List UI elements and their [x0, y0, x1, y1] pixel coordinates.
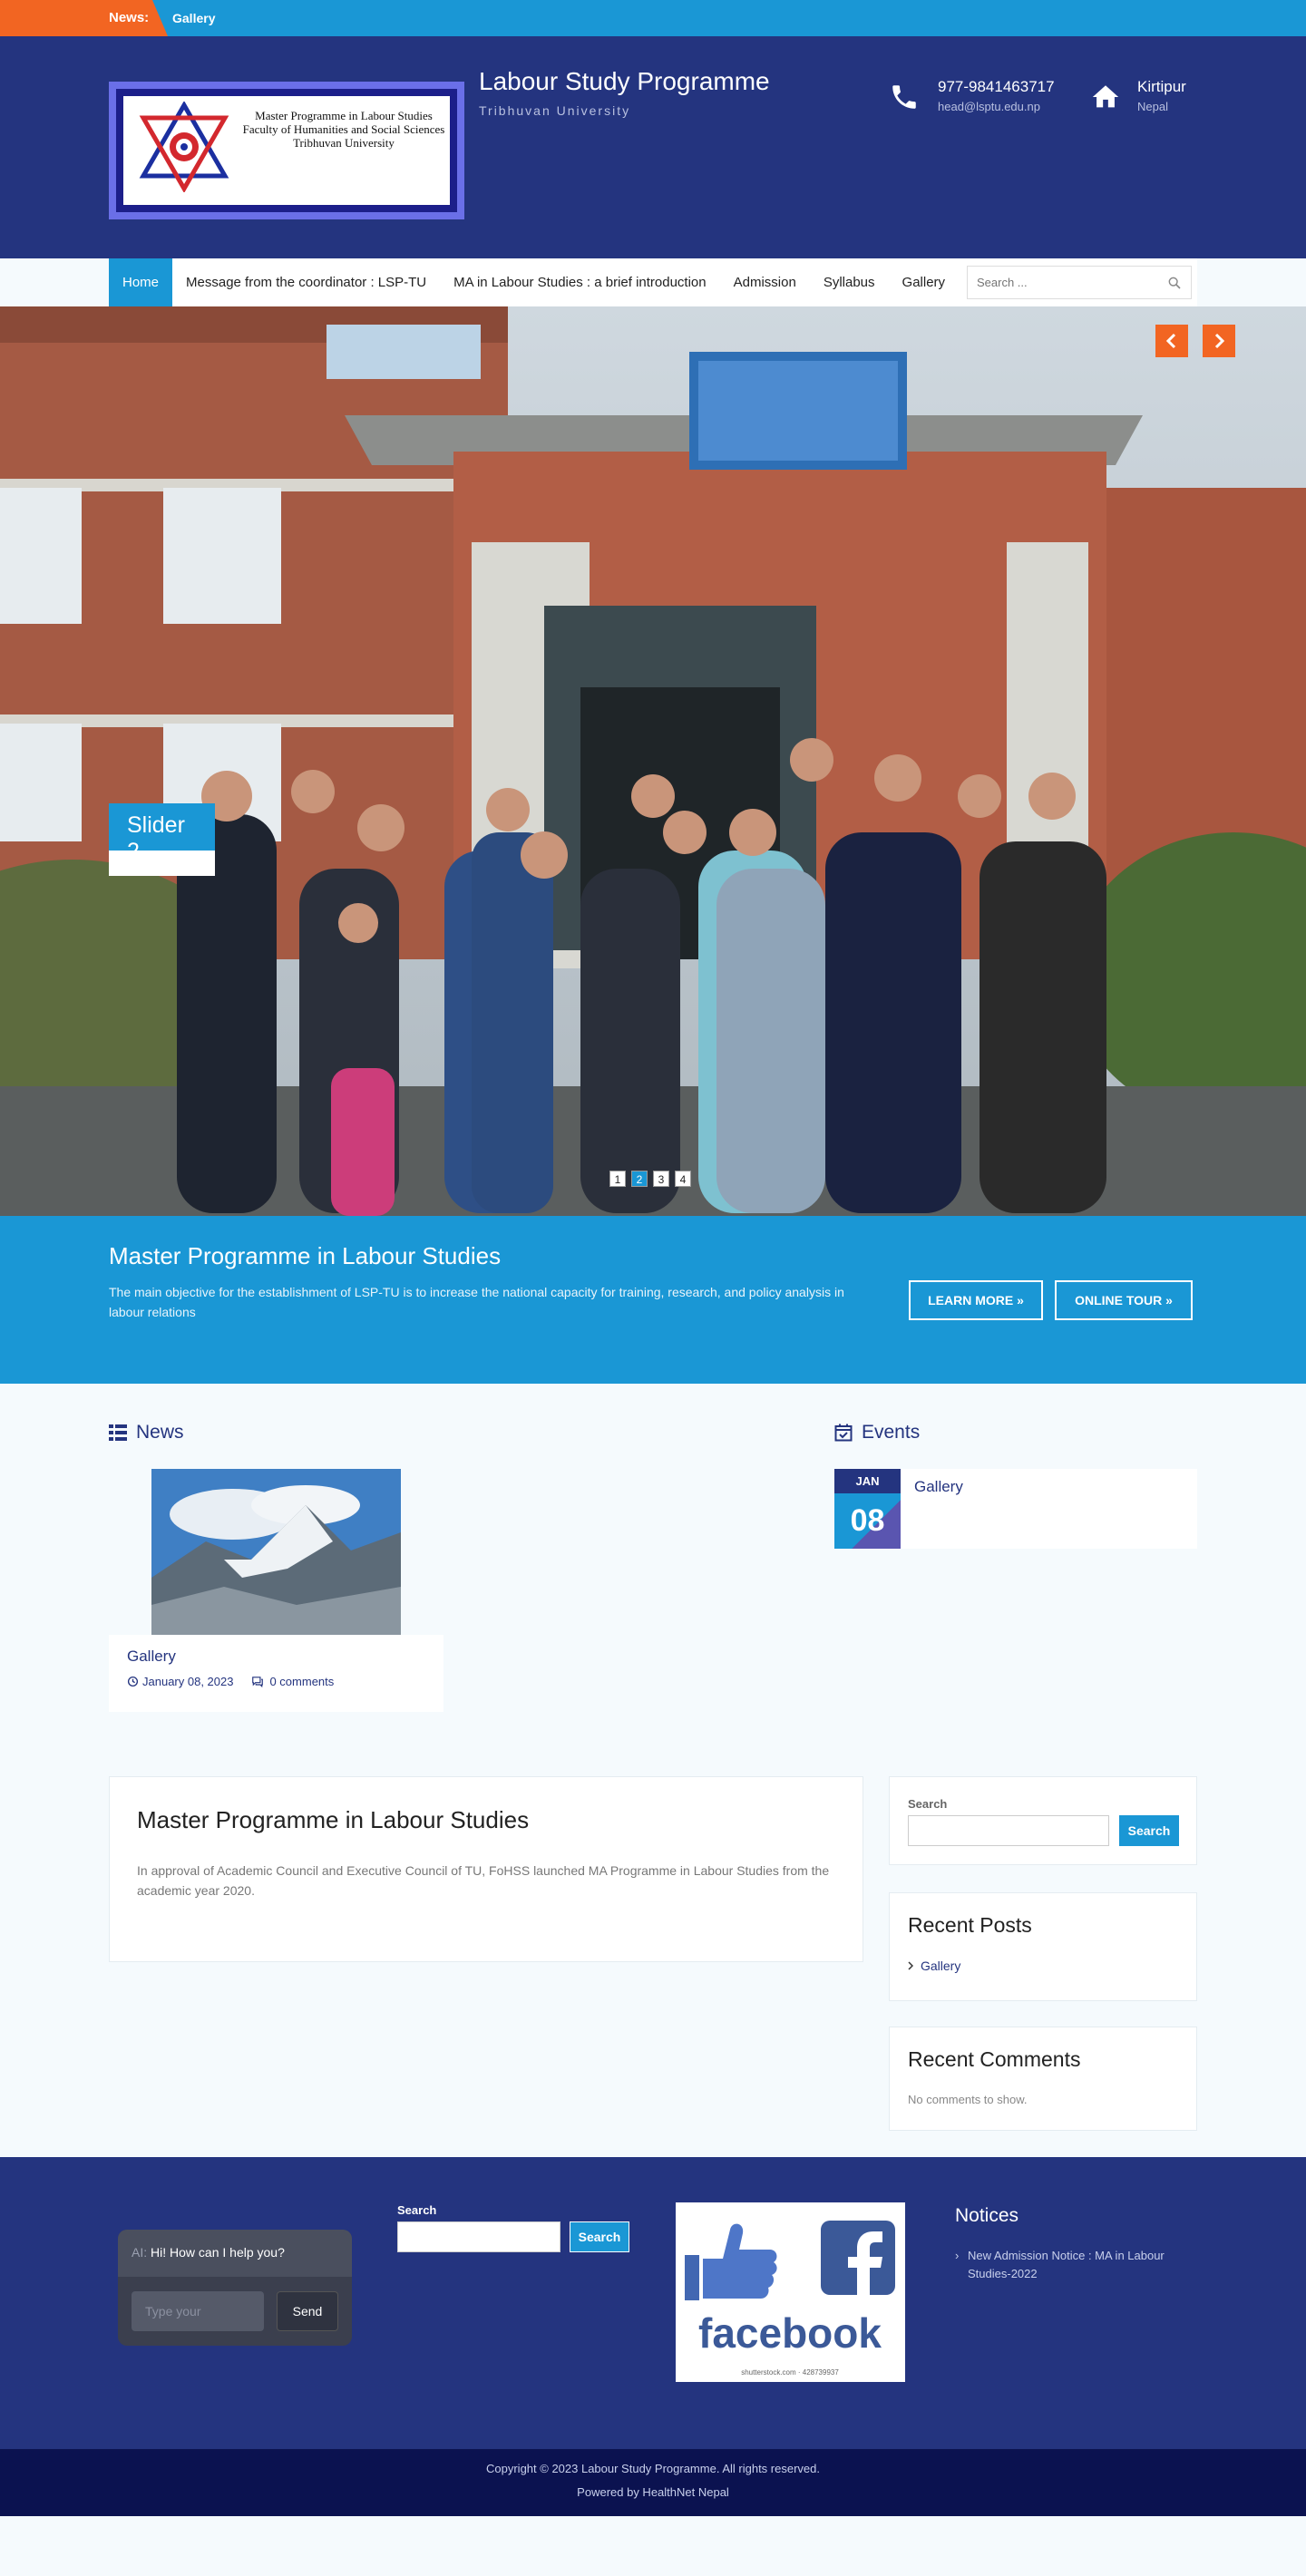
slide-caption-subtext	[109, 851, 215, 876]
news-thumbnail[interactable]	[151, 1469, 401, 1635]
nav-item-admission[interactable]: Admission	[720, 258, 810, 306]
intro-title: Master Programme in Labour Studies	[109, 1242, 502, 1269]
recent-posts-widget: Recent Posts Gallery	[889, 1892, 1197, 2001]
site-subtitle: Tribhuvan University	[479, 103, 631, 118]
logo-line: Tribhuvan University	[293, 136, 395, 150]
chevron-right-icon	[1214, 333, 1225, 349]
calendar-check-icon	[834, 1424, 853, 1442]
news-card[interactable]: Gallery January 08, 2023 0 comments	[109, 1469, 443, 1712]
logo-line: Master Programme in Labour Studies	[255, 109, 433, 122]
header-email[interactable]: head@lsptu.edu.np	[938, 100, 1040, 113]
recent-posts-title: Recent Posts	[908, 1913, 1032, 1937]
chat-input[interactable]: Type your	[132, 2291, 264, 2331]
hero-slider	[0, 306, 1306, 1216]
nav-item-coordinator-message[interactable]: Message from the coordinator : LSP-TU	[172, 258, 440, 306]
slider-dot-1[interactable]: 1	[609, 1171, 626, 1187]
recent-comments-title: Recent Comments	[908, 2047, 1081, 2071]
facebook-word: facebook	[698, 2309, 882, 2357]
recent-comments-widget: Recent Comments No comments to show.	[889, 2027, 1197, 2131]
notice-item[interactable]: New Admission Notice : MA in Labour Stud…	[955, 2247, 1191, 2283]
news-heading-text: News	[136, 1422, 184, 1443]
notices-title: Notices	[955, 2205, 1019, 2226]
facebook-image-credit: shutterstock.com · 428739937	[741, 2368, 839, 2377]
chevron-right-small-icon	[908, 1961, 913, 1970]
footer-search-label: Search	[397, 2203, 437, 2217]
nav-search-input[interactable]	[968, 267, 1158, 298]
grid-icon	[109, 1424, 127, 1441]
chat-widget: AI: Hi! How can I help you? Type your Se…	[118, 2230, 352, 2346]
powered-by-text[interactable]: Powered by HealthNet Nepal	[0, 2485, 1306, 2499]
events-heading-text: Events	[862, 1422, 921, 1443]
nav-item-ma-introduction[interactable]: MA in Labour Studies : a brief introduct…	[440, 258, 720, 306]
nav-item-syllabus[interactable]: Syllabus	[810, 258, 889, 306]
main-content-text: In approval of Academic Council and Exec…	[137, 1863, 830, 1898]
slider-dot-2[interactable]: 2	[631, 1171, 648, 1187]
chat-message: AI: Hi! How can I help you?	[118, 2230, 352, 2277]
event-day: 08	[834, 1493, 901, 1549]
home-icon	[1092, 85, 1119, 108]
event-month: JAN	[834, 1469, 901, 1493]
phone-icon	[892, 85, 916, 109]
chat-send-button[interactable]: Send	[277, 2291, 338, 2331]
events-section-heading: Events	[834, 1422, 920, 1444]
nav-item-home[interactable]: Home	[109, 258, 173, 306]
news-post-date[interactable]: January 08, 2023	[142, 1675, 233, 1688]
sidebar-search-label: Search	[908, 1797, 948, 1811]
nav-search-box	[967, 266, 1192, 299]
event-card[interactable]: JAN 08 Gallery	[834, 1469, 1197, 1549]
main-navigation: Home Message from the coordinator : LSP-…	[109, 258, 1197, 306]
site-title[interactable]: Labour Study Programme	[479, 67, 770, 96]
footer-search-button[interactable]: Search	[570, 2221, 629, 2252]
slider-prev-button[interactable]	[1155, 325, 1188, 357]
footer-search-input[interactable]	[397, 2221, 560, 2252]
intro-text: The main objective for the establishment…	[109, 1285, 844, 1319]
event-date-badge: JAN 08	[834, 1469, 901, 1549]
header-city: Kirtipur	[1137, 78, 1186, 95]
slide-image	[0, 306, 1306, 1216]
main-content-title: Master Programme in Labour Studies	[137, 1806, 530, 1833]
slide-caption: Slider 2	[109, 803, 215, 864]
copyright-text: Copyright © 2023 Labour Study Programme.…	[486, 2462, 820, 2475]
chat-ai-label: AI:	[132, 2245, 148, 2260]
site-logo[interactable]: Master Programme in Labour Studies Facul…	[109, 82, 464, 219]
sidebar-search-widget: Search Search	[889, 1776, 1197, 1865]
header-phone: 977-9841463717	[938, 78, 1055, 95]
slider-dot-3[interactable]: 3	[653, 1171, 669, 1187]
news-post-title[interactable]: Gallery	[127, 1648, 176, 1665]
chat-message-text: Hi! How can I help you?	[151, 2245, 285, 2260]
search-icon[interactable]	[1167, 276, 1182, 290]
logo-line: Faculty of Humanities and Social Science…	[242, 122, 445, 136]
event-title[interactable]: Gallery	[914, 1478, 963, 1496]
main-content-card: Master Programme in Labour Studies In ap…	[109, 1776, 863, 1962]
news-label: News:	[0, 0, 168, 36]
recent-post-link[interactable]: Gallery	[921, 1959, 960, 1973]
facebook-logo: facebook shutterstock.com · 428739937	[685, 2221, 895, 2377]
news-post-comments[interactable]: 0 comments	[269, 1675, 334, 1688]
university-emblem	[139, 102, 229, 192]
chevron-left-icon	[1165, 333, 1176, 349]
no-comments-text: No comments to show.	[908, 2093, 1028, 2106]
slider-dot-4[interactable]: 4	[675, 1171, 691, 1187]
news-ticker-link[interactable]: Gallery	[172, 0, 215, 36]
online-tour-button[interactable]: ONLINE TOUR »	[1055, 1280, 1193, 1320]
news-section-heading: News	[109, 1422, 184, 1444]
logo-text: Master Programme in Labour Studies Facul…	[239, 109, 448, 150]
slider-next-button[interactable]	[1203, 325, 1235, 357]
learn-more-button[interactable]: LEARN MORE »	[909, 1280, 1043, 1320]
sidebar-search-button[interactable]: Search	[1119, 1815, 1179, 1846]
slider-pagination: 1 2 3 4	[609, 1171, 691, 1187]
copyright-bar	[0, 2449, 1306, 2516]
header-country: Nepal	[1137, 100, 1168, 113]
sidebar-search-input[interactable]	[908, 1815, 1109, 1846]
nav-item-gallery[interactable]: Gallery	[889, 258, 960, 306]
comments-icon	[252, 1677, 264, 1687]
facebook-banner[interactable]: facebook shutterstock.com · 428739937	[676, 2202, 905, 2382]
clock-icon	[127, 1676, 139, 1687]
